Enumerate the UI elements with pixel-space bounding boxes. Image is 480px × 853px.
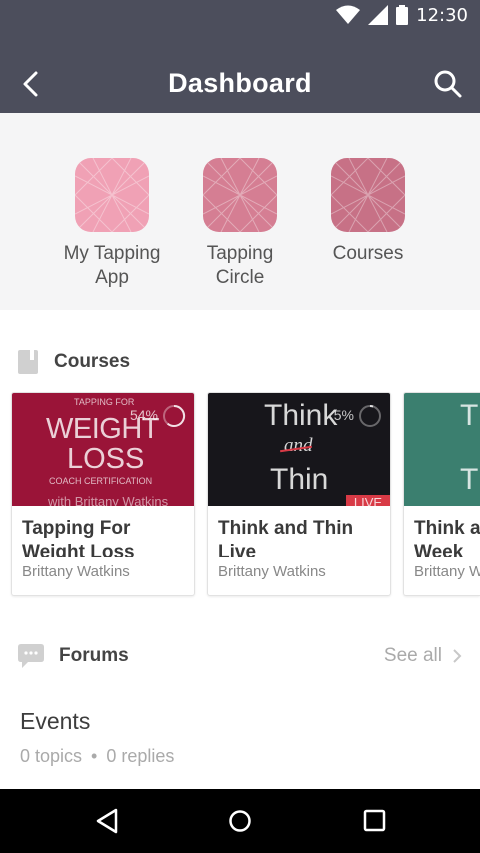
- course-thumbnail: Think and Thin LIVE 5%: [208, 393, 390, 506]
- events-topics: 0 topics: [20, 746, 83, 766]
- thumb-text: Think: [264, 399, 338, 432]
- book-icon: [18, 350, 38, 374]
- course-author: Brittany Watkins: [218, 563, 326, 580]
- progress-ring-icon: [359, 405, 381, 427]
- shortcut-label: Courses: [332, 243, 404, 264]
- events-title[interactable]: Events: [20, 708, 90, 735]
- chat-bubble-icon: [18, 644, 44, 668]
- forums-section-title: Forums: [59, 645, 129, 666]
- see-all-label: See all: [383, 645, 442, 666]
- courses-section-title: Courses: [54, 351, 131, 372]
- course-card[interactable]: TAPPING FOR WEIGHT LOSS COACH CERTIFICAT…: [11, 392, 195, 596]
- thumb-text: T: [460, 399, 479, 432]
- progress-ring-icon: [163, 404, 186, 427]
- home-circle-icon[interactable]: [227, 807, 253, 835]
- thumb-text: LOSS: [67, 443, 145, 475]
- shortcut-label: Tapping: [206, 243, 274, 264]
- shortcut-my-tapping-app[interactable]: My Tapping App: [48, 158, 176, 290]
- shortcut-tapping-circle[interactable]: Tapping Circle: [176, 158, 304, 290]
- thumb-ribbon: LIVE: [346, 495, 390, 506]
- course-author: Brittany Watkins: [22, 563, 130, 580]
- status-bar: 12:30: [0, 0, 480, 30]
- thumb-ribbon: with Brittany Watkins: [48, 494, 169, 506]
- thumb-text: T: [460, 463, 479, 496]
- chevron-right-icon: [453, 649, 462, 663]
- course-author: Brittany W: [414, 563, 480, 580]
- course-progress: 54%: [129, 407, 158, 423]
- course-thumbnail: TAPPING FOR WEIGHT LOSS COACH CERTIFICAT…: [12, 393, 194, 506]
- course-title: Live: [218, 542, 257, 557]
- my-tapping-app-icon: [75, 158, 149, 232]
- status-time: 12:30: [416, 4, 468, 26]
- courses-tile-icon: [331, 158, 405, 232]
- recents-square-icon[interactable]: [362, 807, 388, 835]
- thumb-text: Thin: [270, 463, 329, 496]
- course-title: Weight Loss: [22, 542, 135, 557]
- shortcut-courses[interactable]: Courses: [304, 158, 432, 266]
- back-triangle-icon[interactable]: [94, 807, 120, 835]
- courses-section-header: Courses: [18, 350, 130, 374]
- search-icon[interactable]: [432, 68, 464, 100]
- signal-icon: [368, 5, 389, 25]
- wifi-icon: [336, 5, 361, 24]
- shortcut-label: My Tapping: [63, 243, 161, 264]
- course-progress: 5%: [333, 407, 354, 423]
- course-card[interactable]: T T Think a Week Brittany W: [403, 392, 480, 596]
- events-meta: 0 topics • 0 replies: [20, 746, 174, 767]
- course-thumbnail: T T: [404, 393, 480, 506]
- page-title: Dashboard: [168, 68, 312, 98]
- course-title: Week: [414, 542, 464, 557]
- events-replies: 0 replies: [106, 746, 175, 766]
- shortcut-tiles: My Tapping App Tapping Circle Courses: [0, 113, 480, 310]
- app-bar: Dashboard: [0, 30, 480, 113]
- tapping-circle-icon: [203, 158, 277, 232]
- dashboard-screen: 12:30 Dashboard My Tapping App Tapping Cir…: [0, 0, 480, 853]
- see-all-link[interactable]: See all: [384, 645, 462, 667]
- battery-icon: [396, 5, 409, 25]
- thumb-text: TAPPING FOR: [74, 397, 135, 407]
- course-card[interactable]: Think and Thin LIVE 5% Think and Thin Li…: [207, 392, 391, 596]
- shortcut-label: Circle: [215, 267, 265, 288]
- forums-section-header: Forums See all: [18, 644, 462, 668]
- thumb-text: COACH CERTIFICATION: [49, 476, 153, 486]
- meta-separator: •: [91, 746, 98, 766]
- system-nav-bar: [0, 789, 480, 853]
- shortcut-label: App: [95, 267, 129, 288]
